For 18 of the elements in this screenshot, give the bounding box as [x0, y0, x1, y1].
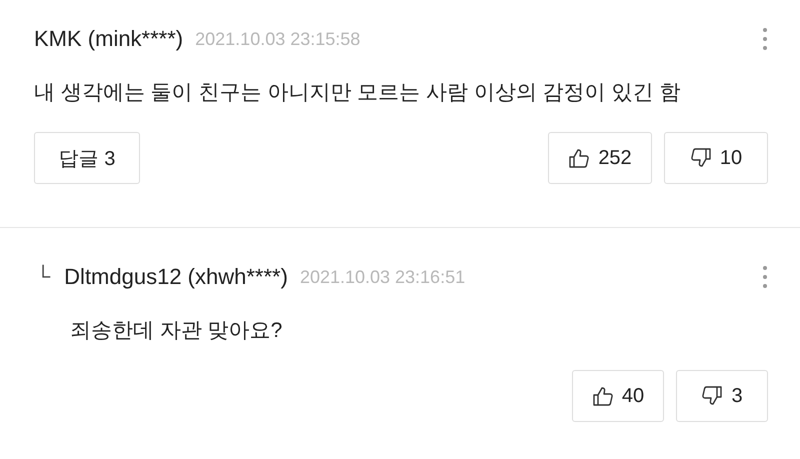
thumbs-up-icon [592, 385, 614, 407]
like-button[interactable]: 40 [572, 370, 664, 422]
dislike-button[interactable]: 3 [676, 370, 768, 422]
thumbs-down-icon [690, 147, 712, 169]
timestamp: 2021.10.03 23:15:58 [195, 28, 360, 50]
thumbs-up-icon [568, 147, 590, 169]
like-button[interactable]: 252 [548, 132, 652, 184]
thumbs-down-icon [701, 385, 724, 407]
author-name: Dltmdgus12 (xhwh****) [64, 264, 288, 290]
comment-text: 죄송한데 자관 맞아요? [70, 318, 284, 344]
more-icon[interactable] [762, 27, 768, 51]
reply-marker: └ [36, 266, 50, 288]
dislike-button[interactable]: 10 [664, 132, 768, 184]
replies-button[interactable]: 답글 3 [34, 132, 140, 184]
more-icon[interactable] [762, 265, 768, 289]
author-name: KMK (mink****) [34, 26, 184, 52]
comment-text: 내 생각에는 둘이 친구는 아니지만 모르는 사람 이상의 감정이 있긴 함 [34, 80, 682, 106]
timestamp: 2021.10.03 23:16:51 [300, 266, 466, 288]
